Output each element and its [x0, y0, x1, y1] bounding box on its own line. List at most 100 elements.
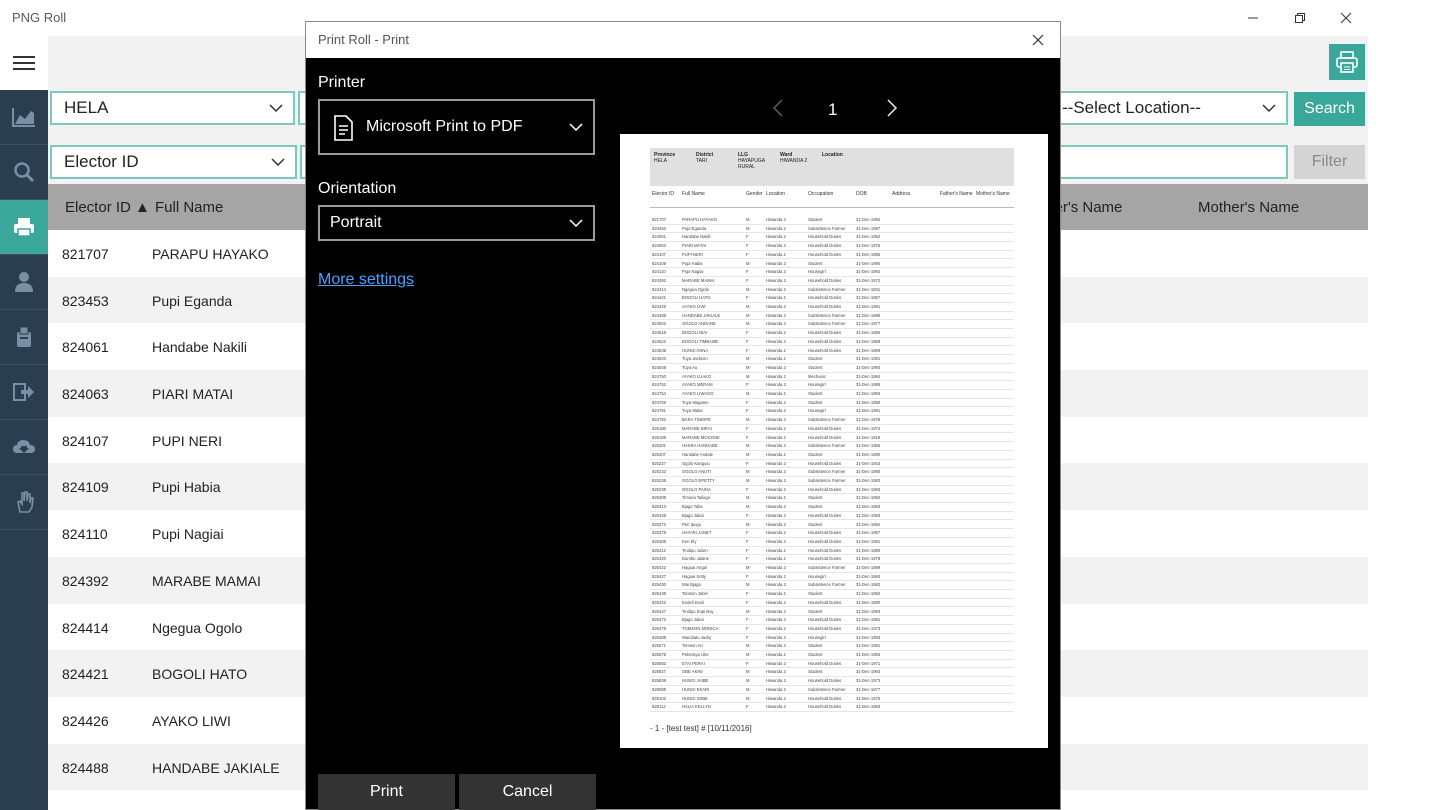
- column-mothers-name[interactable]: Mother's Name: [1198, 199, 1299, 216]
- preview-row: 823453 Pupi Eganda M Hiwanda 2 Subsistence F…: [650, 225, 1014, 234]
- preview-cell: M: [746, 304, 750, 309]
- preview-cell: 824538: [652, 347, 666, 353]
- cell-elector-id: 821707: [62, 246, 109, 262]
- preview-cell: F: [746, 399, 749, 405]
- previous-page-button[interactable]: [772, 98, 784, 123]
- printer-select-value: Microsoft Print to PDF: [366, 118, 523, 135]
- search-button[interactable]: Search: [1294, 92, 1365, 126]
- cloud-download-icon: [13, 440, 35, 453]
- preview-row: 825447 Tindipu Kopi Boy M Hiwanda 2 Student 3…: [650, 608, 1014, 617]
- preview-cell: 824392: [652, 277, 666, 283]
- preview-cell: Endeli Kiruli: [682, 599, 705, 605]
- preview-row: 825422 Haguai Angai M Hiwanda 2 Subsistence …: [650, 564, 1014, 573]
- preview-cell: Hiwanda 2: [766, 338, 786, 344]
- preview-cell: F: [746, 634, 749, 640]
- preview-row: 824061 Handabe Nakili F Hiwanda 2 Household …: [650, 233, 1014, 243]
- nav-search[interactable]: [0, 145, 48, 200]
- preview-cell: 31-Dec-1955: [856, 330, 881, 336]
- preview-cell: Subsistence Farmer: [808, 478, 846, 483]
- preview-cell: M: [746, 451, 750, 457]
- orientation-select[interactable]: Portrait: [318, 205, 595, 241]
- preview-cell: 31-Dec-1959: [856, 338, 881, 344]
- preview-cell: 31-Dec-1973: [856, 625, 881, 631]
- preview-row: 824107 PUPI NERI F Hiwanda 2 Household Dutie…: [650, 251, 1014, 260]
- nav-download[interactable]: [0, 420, 48, 475]
- ballot-icon: [17, 326, 31, 347]
- preview-cell: PUPI NERI: [682, 251, 703, 257]
- preview-row: 821707 PARAPU HAYAKO M Hiwanda 2 Student 31-D…: [650, 216, 1014, 225]
- nav-export[interactable]: [0, 365, 48, 420]
- printer-select[interactable]: Microsoft Print to PDF: [318, 99, 595, 155]
- print-preview-page: Province HELA District TARI LLG HAYAPUGA RU…: [620, 134, 1048, 748]
- preview-cell: Tuya Matai: [682, 408, 703, 414]
- preview-row: 825180 MARABE BIRAI F Hiwanda 2 Household Du…: [650, 425, 1014, 434]
- preview-row: 825348 Bjago Jakai F Hiwanda 2 Household Dut…: [650, 512, 1014, 521]
- preview-cell: F: [746, 704, 749, 710]
- preview-cell: 31-Dec-1919: [856, 434, 881, 440]
- preview-row: 825827 OBE AKINI M Hiwanda 2 Student 31-Dec-1…: [650, 668, 1014, 678]
- preview-cell: Household Duties: [808, 660, 842, 666]
- cell-elector-id: 824414: [62, 619, 109, 636]
- preview-cell: Hiwanda 2: [766, 217, 786, 222]
- preview-cell: Pupi Eganda: [682, 225, 706, 231]
- preview-cell: Ken Ely: [682, 538, 697, 544]
- preview-row: 825488 Wandiatu Jacky F Hiwanda 2 Housegirl 3…: [650, 634, 1014, 643]
- preview-cell: Hiwanda 2: [766, 277, 786, 283]
- print-toolbar-button[interactable]: [1329, 44, 1365, 80]
- preview-cell: 31-Dec-1985: [856, 312, 881, 318]
- preview-cell: Hiwanda 2: [766, 547, 786, 553]
- preview-cell: 824503: [652, 321, 666, 327]
- preview-cell: F: [746, 382, 749, 388]
- minimize-button[interactable]: [1230, 0, 1276, 36]
- preview-cell: 31-Dec-1983: [856, 704, 881, 710]
- restore-button[interactable]: [1277, 0, 1323, 36]
- preview-cell: MARABE BIRAI: [682, 425, 712, 431]
- preview-row: 824543 Tuya Jackson M Hiwanda 2 Student 31-De…: [650, 355, 1014, 364]
- app-title: PNG Roll: [12, 10, 67, 25]
- preview-cell: Household Duties: [808, 338, 842, 344]
- close-window-button[interactable]: [1323, 0, 1369, 36]
- nav-dashboard[interactable]: [0, 90, 48, 145]
- province-select[interactable]: HELA: [50, 91, 295, 125]
- print-dialog-close-button[interactable]: [1026, 28, 1050, 52]
- next-page-button[interactable]: [886, 98, 898, 123]
- preview-cell: Timuria Tailago: [682, 495, 711, 501]
- filter-input[interactable]: [1056, 145, 1288, 179]
- preview-cell: Hiwanda 2: [766, 686, 786, 692]
- preview-row: 825412 Tindipu Julien F Hiwanda 2 Household …: [650, 547, 1014, 556]
- nav-print[interactable]: [0, 200, 48, 255]
- preview-cell: Student: [808, 399, 823, 405]
- preview-cell: 31-Dec-1978: [856, 417, 881, 423]
- preview-cell: 825313: [652, 504, 666, 510]
- preview-cell: 825227: [652, 460, 666, 466]
- preview-row: 824522 BOGOLI TIMBAME F Hiwanda 2 Household …: [650, 338, 1014, 347]
- preview-cell: 31-Dec-1990: [856, 451, 881, 457]
- preview-cell: M: [746, 417, 750, 423]
- column-full-name[interactable]: Full Name: [155, 199, 223, 216]
- filter-field-select[interactable]: Elector ID: [50, 145, 297, 179]
- nav-roll[interactable]: [0, 310, 48, 365]
- hamburger-menu-button[interactable]: [0, 36, 48, 90]
- cancel-button[interactable]: Cancel: [459, 774, 596, 810]
- preview-row: 824503 OGOLO ANDANE M Hiwanda 2 Subsistence …: [650, 320, 1014, 330]
- preview-row: 825438 Tomson Jabiri F Hiwanda 2 Student 31-D…: [650, 590, 1014, 599]
- more-settings-link[interactable]: More settings: [318, 271, 414, 289]
- nav-gesture[interactable]: [0, 475, 48, 530]
- preview-cell: 31-Dec-1988: [856, 382, 881, 388]
- preview-cell: F: [746, 530, 749, 536]
- preview-cell: Hiwanda 2: [766, 634, 786, 640]
- print-button[interactable]: Print: [318, 774, 455, 810]
- preview-cell: Student: [808, 652, 823, 657]
- location-select[interactable]: --Select Location--: [1056, 91, 1288, 125]
- location-select-value: --Select Location--: [1062, 98, 1201, 117]
- filter-button[interactable]: Filter: [1294, 145, 1365, 179]
- preview-cell: Student: [808, 260, 823, 266]
- preview-cell: M: [746, 652, 750, 657]
- nav-user[interactable]: [0, 255, 48, 310]
- preview-row: 824752 AYAKO MERAM F Hiwanda 2 Housegirl 31-D…: [650, 381, 1014, 390]
- preview-row: 825427 Haguai Sotty F Hiwanda 2 Housegirl 31-…: [650, 573, 1014, 582]
- preview-column-header: DOB: [856, 191, 867, 197]
- preview-cell: MARABE MAMAI: [682, 277, 715, 283]
- preview-row: 825442 Endeli Kiruli F Hiwanda 2 Household D…: [650, 599, 1014, 608]
- column-elector-id[interactable]: Elector ID ▲: [65, 199, 150, 216]
